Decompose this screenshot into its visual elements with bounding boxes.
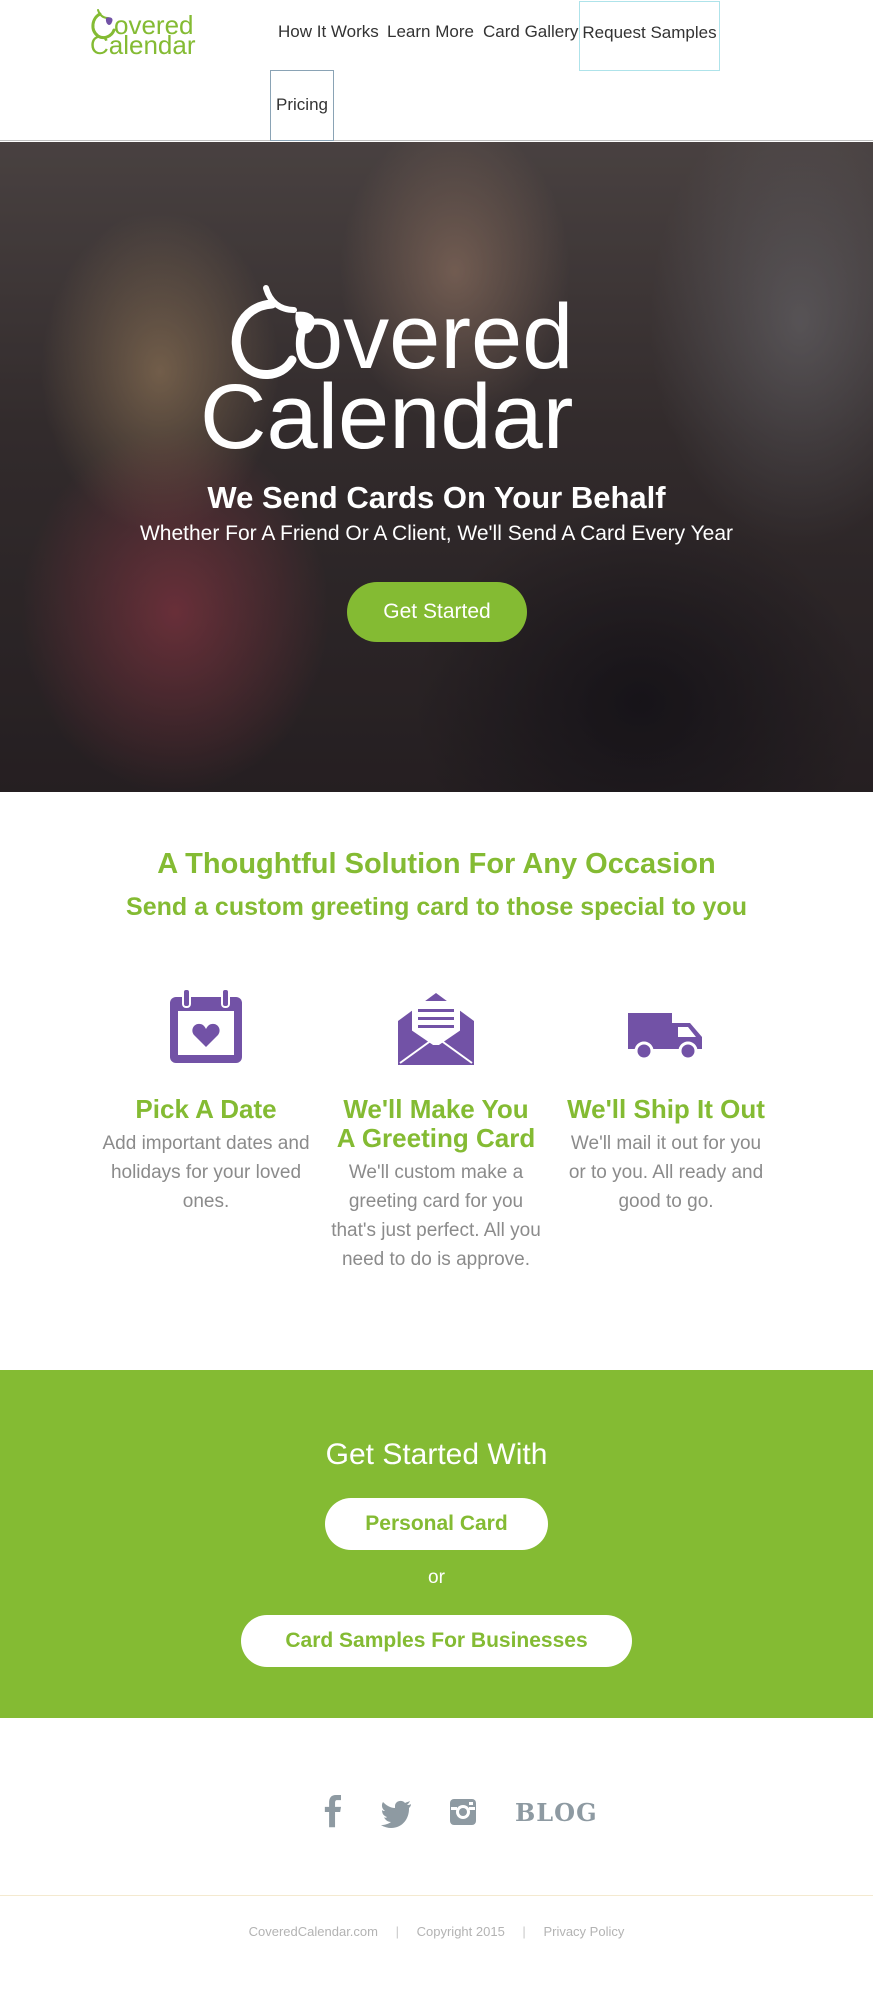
footer-divider xyxy=(0,1895,873,1896)
section-subtitle: Send a custom greeting card to those spe… xyxy=(126,893,747,921)
hero-subheadline: Whether For A Friend Or A Client, We'll … xyxy=(139,522,734,545)
svg-text:Calendar: Calendar xyxy=(90,30,196,56)
feature-title: Pick A Date xyxy=(135,1094,277,1124)
twitter-icon[interactable] xyxy=(381,1793,413,1833)
instagram-icon[interactable] xyxy=(449,1793,477,1833)
site-footer: CoveredCalendar.com | Copyright 2015 | P… xyxy=(0,1924,873,1939)
hero-photo-overlay xyxy=(0,142,873,792)
calendar-heart-icon xyxy=(170,988,242,1063)
nav-learn-more[interactable]: Learn More xyxy=(387,22,474,42)
delivery-truck-icon xyxy=(628,1013,702,1061)
nav-card-gallery[interactable]: Card Gallery xyxy=(483,22,578,42)
footer-copyright: Copyright 2015 xyxy=(416,1924,505,1939)
footer-site-link[interactable]: CoveredCalendar.com xyxy=(249,1924,378,1939)
footer-separator: | xyxy=(395,1924,399,1939)
feature-title: We'll Make You A Greeting Card xyxy=(336,1094,536,1153)
get-started-button[interactable]: Get Started xyxy=(347,582,527,642)
or-label: or xyxy=(428,1567,445,1588)
nav-how-it-works[interactable]: How It Works xyxy=(278,22,379,42)
feature-greeting-card: We'll Make You A Greeting Card We'll cus… xyxy=(331,987,541,1274)
hero-headline: We Send Cards On Your Behalf xyxy=(207,480,666,515)
feature-text: We'll mail it out for you or to you. All… xyxy=(568,1133,764,1212)
envelope-letter-icon xyxy=(398,993,474,1065)
personal-card-button[interactable]: Personal Card xyxy=(325,1498,548,1550)
hero-banner: overed Calendar We Send Cards On Your Be… xyxy=(0,142,873,792)
feature-ship-it: We'll Ship It Out We'll mail it out for … xyxy=(561,987,771,1216)
feature-pick-date: Pick A Date Add important dates and holi… xyxy=(101,987,311,1216)
blog-link[interactable]: BLOG xyxy=(515,1798,598,1827)
section-title: A Thoughtful Solution For Any Occasion xyxy=(157,848,716,880)
site-header: overed Calendar How It Works Learn More … xyxy=(0,0,873,141)
hero-logo: overed Calendar xyxy=(200,282,680,468)
get-started-title: Get Started With xyxy=(325,1438,548,1471)
business-samples-button[interactable]: Card Samples For Businesses xyxy=(241,1615,632,1667)
feature-text: Add important dates and holidays for you… xyxy=(102,1133,310,1212)
nav-pricing[interactable]: Pricing xyxy=(270,70,334,141)
footer-separator: | xyxy=(522,1924,526,1939)
site-logo[interactable]: overed Calendar xyxy=(88,6,228,60)
feature-text: We'll custom make a greeting card for yo… xyxy=(331,1162,541,1270)
facebook-icon[interactable] xyxy=(322,1793,346,1833)
footer-privacy-link[interactable]: Privacy Policy xyxy=(543,1924,624,1939)
nav-request-samples[interactable]: Request Samples xyxy=(579,1,720,71)
get-started-band: Get Started With Personal Card or Card S… xyxy=(0,1370,873,1718)
hero-logo-graphic: overed Calendar xyxy=(200,285,573,468)
feature-title: We'll Ship It Out xyxy=(567,1094,765,1124)
svg-text:Calendar: Calendar xyxy=(200,366,573,452)
logo-graphic: overed Calendar xyxy=(90,9,196,60)
